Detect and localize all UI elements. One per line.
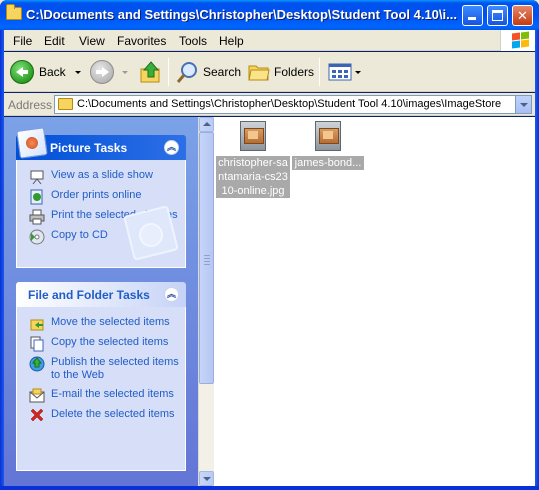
task-move-items[interactable]: Move the selected items [17, 313, 185, 333]
file-folder-tasks-panel: File and Folder Tasks ︽ Move the selecte… [16, 282, 186, 471]
search-icon [176, 62, 197, 83]
task-copy-items[interactable]: Copy the selected items [17, 333, 185, 353]
menu-favorites[interactable]: Favorites [117, 34, 166, 48]
search-label: Search [203, 65, 242, 79]
folders-button[interactable]: Folders [247, 58, 314, 86]
maximize-button[interactable] [487, 5, 508, 26]
file-folder-tasks-header[interactable]: File and Folder Tasks ︽ [16, 282, 186, 307]
move-icon [30, 319, 44, 331]
publish-web-icon [29, 356, 45, 372]
windows-logo-icon [500, 30, 535, 51]
chevron-down-icon [520, 103, 528, 107]
file-name: james-bond... [292, 156, 364, 170]
scroll-thumb[interactable] [199, 132, 214, 384]
task-label: View as a slide show [51, 169, 153, 181]
title-bar[interactable]: C:\Documents and Settings\Christopher\De… [0, 0, 539, 30]
forward-button[interactable] [90, 58, 128, 86]
toolbar: Back Search Folders [4, 52, 535, 92]
up-folder-button[interactable] [140, 58, 162, 86]
forward-arrow-icon [90, 60, 114, 84]
maximize-icon [492, 10, 503, 21]
views-button[interactable] [328, 58, 361, 86]
delete-icon [30, 408, 44, 422]
task-label: Order prints online [51, 189, 142, 201]
address-bar: Address C:\Documents and Settings\Christ… [4, 93, 535, 116]
window-frame-bottom [0, 486, 539, 490]
back-label: Back [39, 65, 66, 79]
picture-tasks-header[interactable]: Picture Tasks ︽ [16, 127, 186, 160]
picture-watermark-icon [123, 205, 179, 261]
collapse-picture-tasks-button[interactable]: ︽ [164, 140, 179, 155]
address-field[interactable]: C:\Documents and Settings\Christopher\De… [54, 95, 532, 114]
explorer-window: C:\Documents and Settings\Christopher\De… [0, 0, 539, 490]
task-view-slideshow[interactable]: View as a slide show [17, 166, 185, 186]
task-pane-scrollbar[interactable] [198, 117, 214, 486]
back-arrow-icon [10, 60, 34, 84]
task-email-items[interactable]: E-mail the selected items [17, 385, 185, 405]
chevron-down-icon [203, 477, 211, 481]
picture-tasks-title: Picture Tasks [50, 141, 128, 155]
back-button[interactable]: Back [10, 58, 81, 86]
task-pane: Picture Tasks ︽ View as a slide show Ord… [4, 117, 198, 486]
menu-file[interactable]: File [13, 34, 32, 48]
views-icon [328, 63, 352, 81]
minimize-icon [468, 17, 476, 20]
forward-dropdown-icon[interactable] [122, 70, 128, 74]
file-view[interactable]: christopher-sa ntamaria-cs23 10-online.j… [214, 117, 535, 486]
copy-icon [30, 336, 44, 352]
address-label: Address [8, 98, 53, 112]
folder-icon [6, 4, 22, 20]
menu-help[interactable]: Help [219, 34, 244, 48]
file-name: christopher-sa ntamaria-cs23 10-online.j… [216, 156, 290, 198]
scroll-down-button[interactable] [199, 471, 214, 486]
slideshow-icon [30, 170, 44, 185]
menu-bar: File Edit View Favorites Tools Help [4, 30, 535, 51]
close-button[interactable]: ✕ [512, 5, 533, 26]
order-prints-icon [30, 189, 43, 205]
picture-tasks-body: View as a slide show Order prints online… [16, 160, 186, 268]
views-dropdown-icon [355, 70, 361, 74]
task-label: Move the selected items [51, 316, 170, 328]
chevron-up-icon [203, 122, 211, 126]
file-folder-tasks-body: Move the selected items Copy the selecte… [16, 307, 186, 471]
address-path[interactable]: C:\Documents and Settings\Christopher\De… [77, 98, 501, 110]
email-icon [29, 388, 45, 403]
window-title: C:\Documents and Settings\Christopher\De… [26, 7, 457, 22]
print-icon [29, 209, 45, 225]
close-icon: ✕ [517, 8, 528, 23]
task-label: E-mail the selected items [51, 388, 174, 400]
file-folder-tasks-title: File and Folder Tasks [28, 288, 150, 302]
menu-tools[interactable]: Tools [179, 34, 207, 48]
toolbar-separator [319, 58, 320, 86]
toolbar-separator [168, 58, 169, 86]
task-delete-items[interactable]: Delete the selected items [17, 405, 185, 425]
up-folder-icon [140, 61, 160, 83]
task-publish-web[interactable]: Publish the selected items to the Web [17, 353, 185, 385]
cd-icon [29, 229, 45, 245]
file-item[interactable]: james-bond... [292, 121, 364, 170]
search-button[interactable]: Search [176, 58, 241, 86]
back-dropdown-icon[interactable] [74, 70, 81, 74]
folders-icon [248, 65, 270, 81]
menu-view[interactable]: View [79, 34, 105, 48]
task-label: Publish the selected items to the Web [51, 356, 179, 381]
folder-icon [58, 98, 73, 110]
jpg-image-icon [315, 121, 341, 151]
minimize-button[interactable] [462, 5, 483, 26]
picture-tasks-panel: Picture Tasks ︽ View as a slide show Ord… [16, 127, 186, 268]
task-order-prints[interactable]: Order prints online [17, 186, 185, 206]
task-label: Copy the selected items [51, 336, 169, 348]
collapse-file-folder-tasks-button[interactable]: ︽ [164, 287, 179, 302]
folders-label: Folders [274, 65, 315, 79]
file-item[interactable]: christopher-sa ntamaria-cs23 10-online.j… [216, 121, 290, 198]
jpg-image-icon [240, 121, 266, 151]
task-label: Delete the selected items [51, 408, 175, 420]
picture-tasks-icon [16, 127, 48, 159]
address-dropdown-button[interactable] [515, 96, 531, 113]
menu-edit[interactable]: Edit [44, 34, 65, 48]
window-frame-right [535, 30, 539, 490]
scroll-up-button[interactable] [199, 117, 214, 132]
